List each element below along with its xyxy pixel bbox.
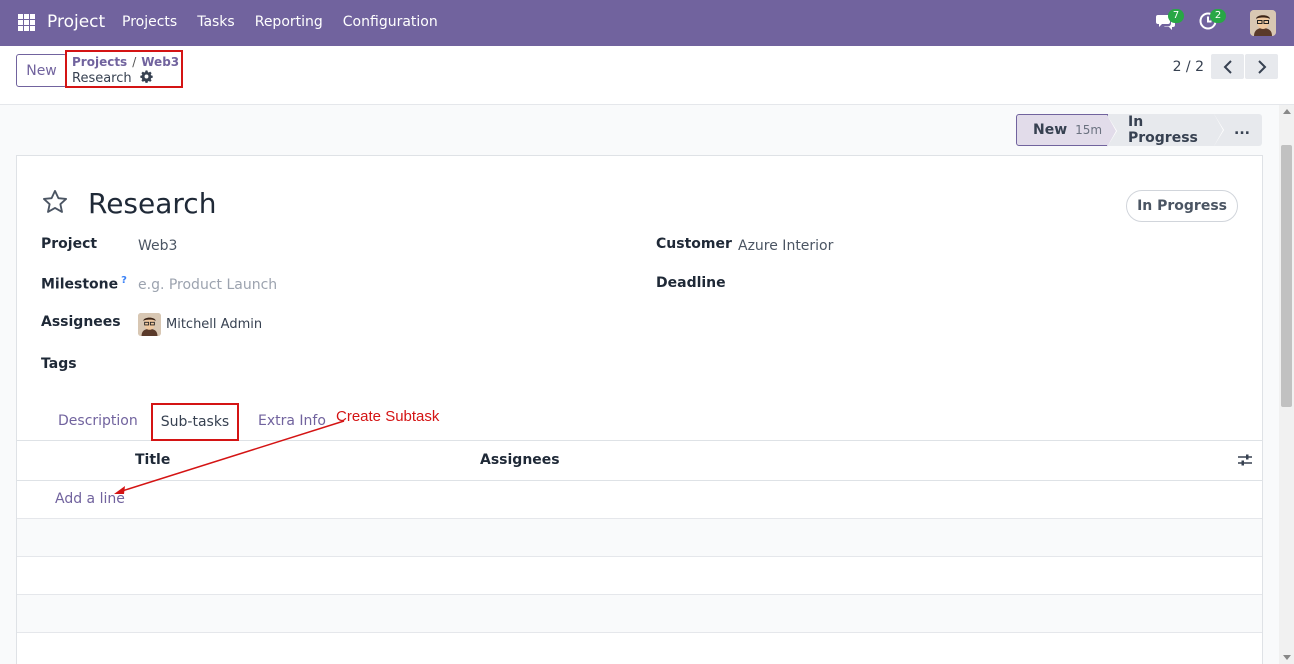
breadcrumb-projects[interactable]: Projects xyxy=(72,55,127,69)
tab-description[interactable]: Description xyxy=(58,413,138,429)
table-row xyxy=(17,557,1262,595)
assignees-label: Assignees xyxy=(41,314,121,330)
breadcrumb-current: Research xyxy=(72,71,132,86)
table-row xyxy=(17,519,1262,557)
optional-columns-icon[interactable] xyxy=(1238,453,1252,471)
scrollbar-thumb[interactable] xyxy=(1281,145,1292,407)
deadline-label: Deadline xyxy=(656,275,726,291)
assignee-name: Mitchell Admin xyxy=(166,317,263,332)
chevron-left-icon xyxy=(1223,59,1232,74)
scroll-down-icon[interactable] xyxy=(1283,655,1291,660)
chevron-right-icon xyxy=(1257,59,1266,74)
stage-new[interactable]: New 15m xyxy=(1016,114,1117,147)
subtasks-table-header: Title Assignees xyxy=(17,441,1262,481)
table-row xyxy=(17,595,1262,633)
activities-badge: 2 xyxy=(1210,9,1226,23)
pager-previous-button[interactable] xyxy=(1211,54,1244,79)
column-assignees[interactable]: Assignees xyxy=(480,452,560,468)
app-menu-grid-icon[interactable] xyxy=(18,14,35,31)
project-field[interactable]: Web3 xyxy=(138,238,177,254)
star-icon[interactable] xyxy=(41,188,69,220)
activities-button[interactable]: 2 xyxy=(1198,9,1226,35)
user-avatar[interactable] xyxy=(1250,10,1276,36)
breadcrumb: Projects / Web3 Research xyxy=(65,50,183,88)
stage-new-time: 15m xyxy=(1075,123,1103,137)
assignee-avatar xyxy=(138,313,161,336)
main-menu: Projects Tasks Reporting Configuration xyxy=(122,14,458,30)
messages-button[interactable]: 7 xyxy=(1156,9,1184,35)
stage-new-label: New xyxy=(1033,122,1068,138)
tab-extra-info[interactable]: Extra Info xyxy=(258,413,326,429)
menu-reporting[interactable]: Reporting xyxy=(255,14,323,30)
state-pill[interactable]: In Progress xyxy=(1126,190,1238,222)
menu-projects[interactable]: Projects xyxy=(122,14,177,30)
control-panel: New Projects / Web3 Research 2 / 2 xyxy=(0,46,1294,105)
pager-next-button[interactable] xyxy=(1245,54,1278,79)
column-title[interactable]: Title xyxy=(135,452,170,468)
project-label: Project xyxy=(41,236,98,252)
app-name[interactable]: Project xyxy=(47,12,105,32)
customer-field[interactable]: Azure Interior xyxy=(738,238,833,254)
stage-statusbar: New 15m In Progress ... xyxy=(1016,114,1262,147)
task-title[interactable]: Research xyxy=(88,187,216,220)
customer-label: Customer xyxy=(656,236,732,252)
messages-badge: 7 xyxy=(1168,9,1184,23)
stage-in-progress-label: In Progress xyxy=(1128,114,1198,146)
systray: 7 2 xyxy=(1144,0,1294,46)
scroll-up-icon[interactable] xyxy=(1283,109,1291,114)
pager-value[interactable]: 2 / 2 xyxy=(1173,59,1204,75)
help-icon[interactable]: ? xyxy=(121,275,127,286)
top-navbar: Project Projects Tasks Reporting Configu… xyxy=(0,0,1294,46)
form-sheet: Research In Progress Project Web3 Milest… xyxy=(16,155,1263,664)
menu-configuration[interactable]: Configuration xyxy=(343,14,438,30)
page-scrollbar[interactable] xyxy=(1279,105,1294,664)
milestone-input[interactable]: e.g. Product Launch xyxy=(138,277,277,293)
assignee-tag[interactable]: Mitchell Admin xyxy=(138,313,262,336)
gear-icon[interactable] xyxy=(139,70,153,87)
new-button[interactable]: New xyxy=(16,54,67,87)
stage-more-label: ... xyxy=(1234,122,1250,138)
annotation-create-subtask: Create Subtask xyxy=(336,408,440,425)
stage-in-progress[interactable]: In Progress xyxy=(1108,114,1224,146)
pager-buttons xyxy=(1210,54,1278,79)
add-a-line-link[interactable]: Add a line xyxy=(55,491,125,507)
table-row: Add a line xyxy=(17,481,1262,519)
breadcrumb-web3[interactable]: Web3 xyxy=(141,55,179,69)
menu-tasks[interactable]: Tasks xyxy=(197,14,235,30)
breadcrumb-separator: / xyxy=(132,55,137,69)
milestone-label: Milestone? xyxy=(41,275,127,293)
tab-sub-tasks[interactable]: Sub-tasks xyxy=(151,403,239,441)
tags-label: Tags xyxy=(41,356,77,372)
